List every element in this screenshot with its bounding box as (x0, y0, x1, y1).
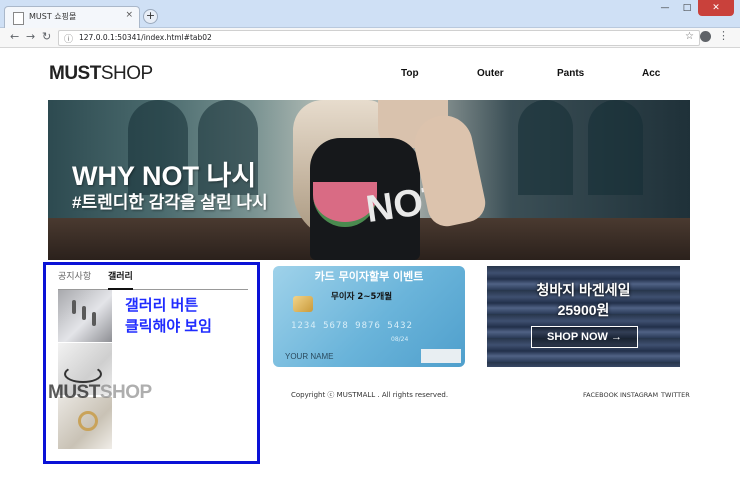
new-tab-button[interactable]: + (143, 9, 158, 24)
card-event-banner[interactable]: 카드 무이자할부 이벤트 무이자 2~5개월 1234 5678 9876 54… (273, 266, 465, 367)
banner-subheadline: #트렌디한 감각을 살린 나시 (72, 193, 268, 212)
nav-item-pants[interactable]: Pants (557, 68, 584, 79)
tab-title: MUST 쇼핑몰 (29, 12, 77, 21)
logo-thin-text: SHOP (100, 63, 153, 84)
maximize-button[interactable]: □ (676, 0, 698, 16)
back-arrow-icon[interactable]: ← (10, 30, 19, 43)
social-link-twitter[interactable]: TWITTER (661, 391, 690, 399)
forward-arrow-icon[interactable]: → (26, 30, 35, 43)
card-chip-icon (293, 296, 313, 312)
close-window-button[interactable]: ✕ (698, 0, 734, 16)
url-input[interactable]: ⓘ 127.0.0.1:50341/index.html#tab02 ☆ (58, 30, 700, 46)
browser-tab[interactable]: MUST 쇼핑몰 × (4, 6, 140, 28)
card-holder-name: YOUR NAME (285, 352, 334, 361)
nav-item-top[interactable]: Top (401, 68, 419, 79)
url-text: 127.0.0.1:50341/index.html#tab02 (79, 33, 212, 42)
footer-copyright: Copyright ⓒ MUSTMALL . All rights reserv… (291, 391, 449, 399)
site-logo[interactable]: MUSTSHOP (49, 63, 153, 85)
card-signature-strip (421, 349, 461, 363)
card-number: 1234 5678 9876 5432 (291, 321, 413, 331)
highlight-box (43, 262, 260, 464)
jeans-sale-banner[interactable]: 청바지 바겐세일 25900원 SHOP NOW → (487, 266, 680, 367)
social-link-instagram[interactable]: INSTAGRAM (620, 391, 658, 399)
info-icon[interactable]: ⓘ (64, 32, 73, 45)
minimize-button[interactable]: — (654, 0, 676, 16)
close-tab-icon[interactable]: × (125, 10, 133, 20)
logo-bold-text: MUST (49, 63, 101, 84)
card-event-subtitle: 무이자 2~5개월 (331, 292, 393, 302)
main-banner: NOT? WHY NOT 나시 #트렌디한 감각을 살린 나시 (48, 100, 690, 260)
card-date: 08/24 (391, 336, 409, 343)
reload-icon[interactable]: ↻ (42, 30, 51, 43)
card-event-title: 카드 무이자할부 이벤트 (314, 270, 424, 283)
more-menu-icon[interactable]: ⋮ (718, 29, 729, 42)
nav-item-acc[interactable]: Acc (642, 68, 660, 79)
bookmark-star-icon[interactable]: ☆ (685, 31, 694, 42)
browser-tab-strip: MUST 쇼핑몰 × + — □ ✕ (0, 0, 740, 28)
jeans-sale-price: 25900원 (557, 302, 610, 318)
social-link-facebook[interactable]: FACEBOOK (583, 391, 618, 399)
profile-avatar-icon[interactable] (700, 31, 711, 42)
jeans-sale-title: 청바지 바겐세일 (536, 282, 631, 298)
nav-item-outer[interactable]: Outer (477, 68, 504, 79)
page-favicon-icon (13, 12, 24, 25)
banner-window-shape (588, 100, 643, 195)
shop-now-button[interactable]: SHOP NOW → (531, 326, 638, 348)
banner-window-shape (518, 100, 573, 195)
address-bar: ← → ↻ ⓘ 127.0.0.1:50341/index.html#tab02… (0, 28, 740, 48)
window-controls: — □ ✕ (654, 0, 734, 18)
